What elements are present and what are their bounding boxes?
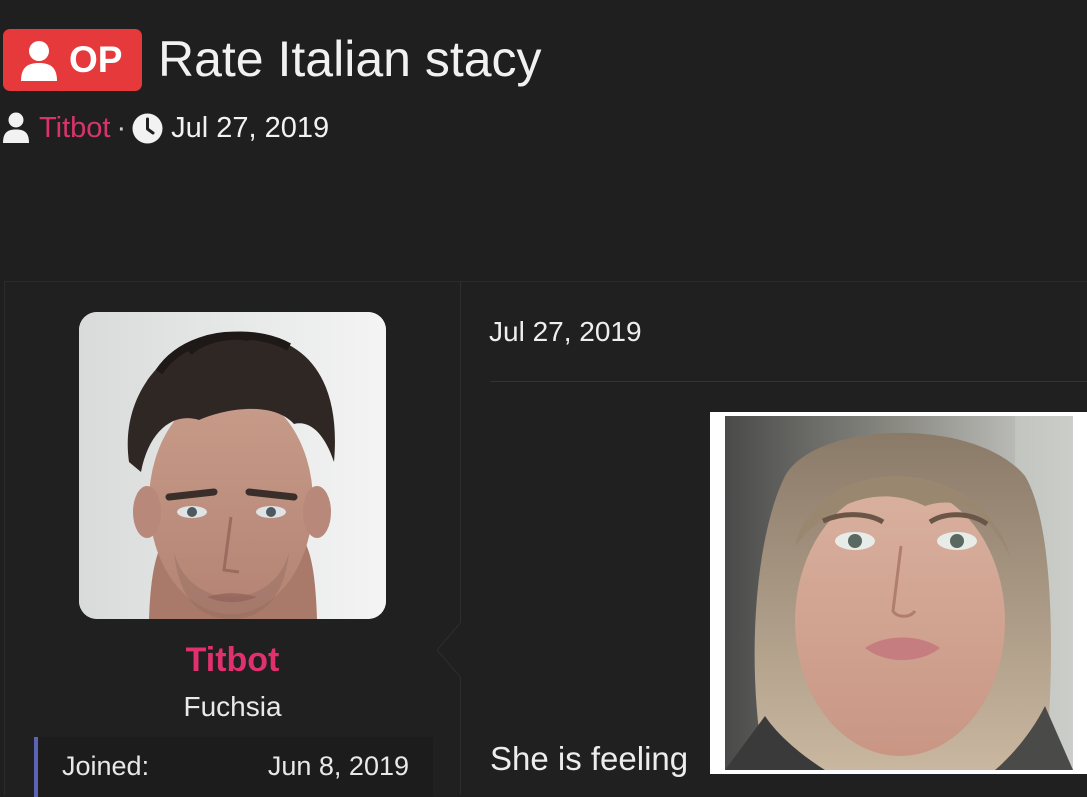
post-body-text: She is feeling: [490, 740, 689, 777]
avatar-image: [79, 312, 386, 619]
post-username[interactable]: Titbot: [5, 638, 460, 682]
op-badge-label: OP: [69, 39, 123, 80]
clock-icon: [132, 113, 163, 143]
post-date-link[interactable]: Jul 27, 2019: [489, 316, 642, 348]
thread-meta: Titbot · Jul 27, 2019: [2, 108, 329, 148]
user-extras: Joined: Jun 8, 2019: [34, 737, 433, 797]
message-arrow: [437, 622, 461, 678]
thread-date-link[interactable]: Jul 27, 2019: [171, 112, 329, 145]
post-image[interactable]: [710, 412, 1087, 774]
thread-title: Rate Italian stacy: [158, 31, 542, 87]
joined-value: Jun 8, 2019: [267, 751, 409, 781]
op-badge: OP: [3, 29, 142, 91]
thread-author-link[interactable]: Titbot: [39, 112, 110, 145]
post-main-cell: Jul 27, 2019 She is feeling: [461, 282, 1087, 795]
user-icon: [3, 112, 29, 143]
user-title: Fuchsia: [183, 691, 282, 722]
post-user-cell: Titbot Fuchsia Joined: Jun 8, 2019: [5, 282, 461, 797]
meta-separator: ·: [116, 111, 127, 144]
avatar[interactable]: [79, 312, 386, 619]
post-header-divider: [490, 381, 1087, 382]
post: Titbot Fuchsia Joined: Jun 8, 2019 Jul 2…: [4, 281, 1087, 797]
post-photo: [725, 416, 1073, 770]
joined-label: Joined:: [62, 751, 150, 781]
user-icon: [21, 41, 57, 81]
